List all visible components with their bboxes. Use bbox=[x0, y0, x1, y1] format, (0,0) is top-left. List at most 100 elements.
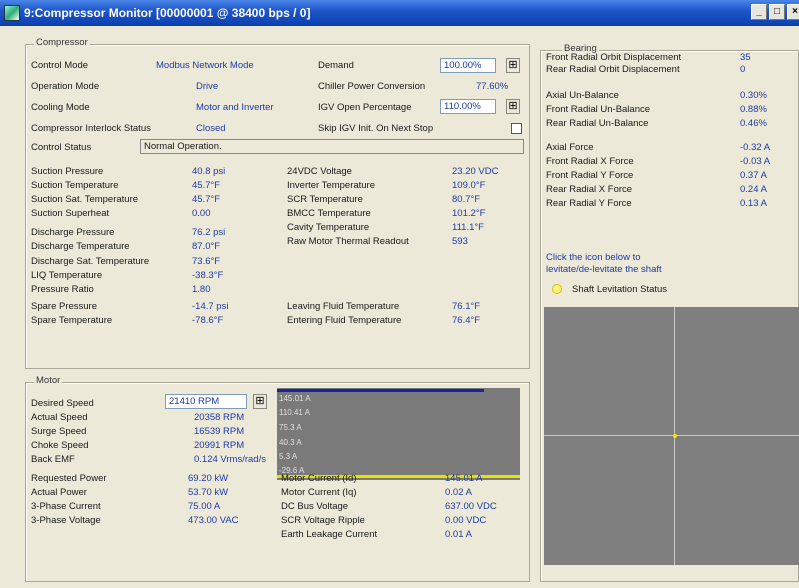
graph-trace-top bbox=[277, 389, 484, 392]
compressor-reading-label: Entering Fluid Temperature bbox=[287, 315, 402, 326]
bearing-reading-label: Rear Radial Orbit Displacement bbox=[546, 64, 680, 75]
compressor-reading-label: Spare Pressure bbox=[31, 301, 98, 312]
bearing-reading-value: 0 bbox=[740, 64, 746, 75]
title-bar[interactable]: 9:Compressor Monitor [00000001 @ 38400 b… bbox=[0, 0, 799, 26]
motor-power-label: SCR Voltage Ripple bbox=[281, 515, 365, 526]
motor-speed-label: Back EMF bbox=[31, 454, 75, 465]
motor-speed-label: Choke Speed bbox=[31, 440, 89, 451]
desired-speed-label: Desired Speed bbox=[31, 398, 94, 409]
chiller-power-value: 77.60% bbox=[476, 81, 509, 92]
shaft-orbit-plot bbox=[544, 307, 799, 565]
motor-power-value: 53.70 kW bbox=[188, 487, 229, 498]
motor-power-label: Requested Power bbox=[31, 473, 107, 484]
motor-current-graph: 145.01 A 110.41 A 75.3 A 40.3 A 5.3 A -29.6 A bbox=[277, 388, 520, 480]
shaft-position-marker bbox=[673, 434, 677, 438]
graph-axis-label: 145.01 A bbox=[279, 394, 311, 403]
compressor-reading-label: BMCC Temperature bbox=[287, 208, 371, 219]
graph-axis-label: 75.3 A bbox=[279, 423, 302, 432]
compressor-group-title: Compressor bbox=[34, 37, 90, 48]
compressor-reading-value: -78.6°F bbox=[192, 315, 224, 326]
control-status-field: Normal Operation. bbox=[140, 139, 524, 154]
compressor-reading-label: Discharge Sat. Temperature bbox=[31, 256, 150, 267]
compressor-reading-label: 24VDC Voltage bbox=[287, 166, 352, 177]
operation-mode-label: Operation Mode bbox=[31, 81, 100, 92]
demand-label: Demand bbox=[318, 60, 354, 71]
motor-power-value: 0.01 A bbox=[445, 529, 472, 540]
compressor-reading-value: 111.1°F bbox=[452, 222, 484, 233]
demand-input[interactable]: 100.00% bbox=[440, 58, 496, 73]
compressor-reading-value: 0.00 bbox=[192, 208, 211, 219]
igv-input[interactable]: 110.00% bbox=[440, 99, 496, 114]
compressor-reading-label: Raw Motor Thermal Readout bbox=[287, 236, 409, 247]
compressor-reading-value: 76.1°F bbox=[452, 301, 481, 312]
cooling-mode-label: Cooling Mode bbox=[31, 102, 90, 113]
cooling-mode-value: Motor and Inverter bbox=[196, 102, 274, 113]
bearing-reading-value: 35 bbox=[740, 52, 751, 63]
motor-power-value: 473.00 VAC bbox=[188, 515, 239, 526]
bearing-reading-value: 0.37 A bbox=[740, 170, 767, 181]
close-button[interactable]: × bbox=[787, 4, 799, 20]
bearing-reading-value: 0.88% bbox=[740, 104, 767, 115]
bearing-reading-label: Front Radial Orbit Displacement bbox=[546, 52, 682, 63]
minimize-button[interactable]: _ bbox=[751, 4, 767, 20]
motor-power-value: 75.00 A bbox=[188, 501, 221, 512]
motor-power-value: 0.00 VDC bbox=[445, 515, 487, 526]
motor-power-label: 3-Phase Voltage bbox=[31, 515, 101, 526]
compressor-reading-value: 40.8 psi bbox=[192, 166, 226, 177]
igv-spinner[interactable]: ⊞ bbox=[506, 99, 520, 114]
compressor-reading-label: SCR Temperature bbox=[287, 194, 363, 205]
skip-igv-checkbox[interactable] bbox=[511, 123, 522, 134]
desired-speed-input[interactable]: 21410 RPM bbox=[165, 394, 247, 409]
bearing-reading-label: Rear Radial Y Force bbox=[546, 198, 632, 209]
motor-power-value: 0.02 A bbox=[445, 487, 472, 498]
motor-power-label: Earth Leakage Current bbox=[281, 529, 378, 540]
bearing-reading-value: -0.03 A bbox=[740, 156, 771, 167]
compressor-reading-label: Suction Sat. Temperature bbox=[31, 194, 139, 205]
maximize-button[interactable]: □ bbox=[769, 4, 785, 20]
compressor-reading-value: 76.2 psi bbox=[192, 227, 226, 238]
compressor-reading-value: 80.7°F bbox=[452, 194, 481, 205]
compressor-reading-label: Leaving Fluid Temperature bbox=[287, 301, 400, 312]
graph-axis-label: 40.3 A bbox=[279, 438, 302, 447]
motor-power-label: 3-Phase Current bbox=[31, 501, 101, 512]
compressor-reading-label: Cavity Temperature bbox=[287, 222, 370, 233]
compressor-reading-value: 593 bbox=[452, 236, 468, 247]
compressor-reading-label: Inverter Temperature bbox=[287, 180, 376, 191]
operation-mode-value: Drive bbox=[196, 81, 219, 92]
orbit-crosshair-horizontal bbox=[544, 435, 799, 436]
graph-axis-label: 5.3 A bbox=[279, 452, 298, 461]
compressor-reading-value: 45.7°F bbox=[192, 180, 221, 191]
levitation-hint-line2: levitate/de-levitate the shaft bbox=[546, 264, 662, 275]
levitation-status-label: Shaft Levitation Status bbox=[572, 284, 668, 295]
compressor-reading-value: 109.0°F bbox=[452, 180, 486, 191]
desired-speed-spinner[interactable]: ⊞ bbox=[253, 394, 267, 409]
motor-power-label: DC Bus Voltage bbox=[281, 501, 349, 512]
motor-speed-value: 20358 RPM bbox=[194, 412, 245, 423]
bearing-reading-value: 0.13 A bbox=[740, 198, 767, 209]
motor-power-value: 69.20 kW bbox=[188, 473, 229, 484]
shaft-levitation-icon[interactable] bbox=[552, 284, 562, 294]
demand-spinner[interactable]: ⊞ bbox=[506, 58, 520, 73]
levitation-hint-line1: Click the icon below to bbox=[546, 252, 641, 263]
motor-group-title: Motor bbox=[34, 375, 63, 386]
graph-axis-label: 110.41 A bbox=[279, 408, 310, 417]
compressor-reading-value: 101.2°F bbox=[452, 208, 486, 219]
compressor-reading-value: 23.20 VDC bbox=[452, 166, 499, 177]
compressor-reading-value: 76.4°F bbox=[452, 315, 481, 326]
motor-power-value: 145.01 A bbox=[445, 473, 483, 484]
compressor-reading-label: Suction Superheat bbox=[31, 208, 110, 219]
compressor-reading-label: Discharge Pressure bbox=[31, 227, 115, 238]
bearing-reading-label: Front Radial Un-Balance bbox=[546, 104, 651, 115]
control-mode-value: Modbus Network Mode bbox=[156, 60, 254, 71]
motor-power-value: 637.00 VDC bbox=[445, 501, 497, 512]
bearing-reading-value: 0.46% bbox=[740, 118, 767, 129]
compressor-reading-value: 45.7°F bbox=[192, 194, 221, 205]
control-status-label: Control Status bbox=[31, 142, 92, 153]
compressor-reading-value: -14.7 psi bbox=[192, 301, 229, 312]
compressor-reading-label: LIQ Temperature bbox=[31, 270, 103, 281]
compressor-reading-value: 87.0°F bbox=[192, 241, 221, 252]
window-title: 9:Compressor Monitor [00000001 @ 38400 b… bbox=[24, 6, 311, 20]
interlock-label: Compressor Interlock Status bbox=[31, 123, 151, 134]
motor-power-label: Motor Current (Id) bbox=[281, 473, 357, 484]
compressor-reading-label: Suction Temperature bbox=[31, 180, 119, 191]
